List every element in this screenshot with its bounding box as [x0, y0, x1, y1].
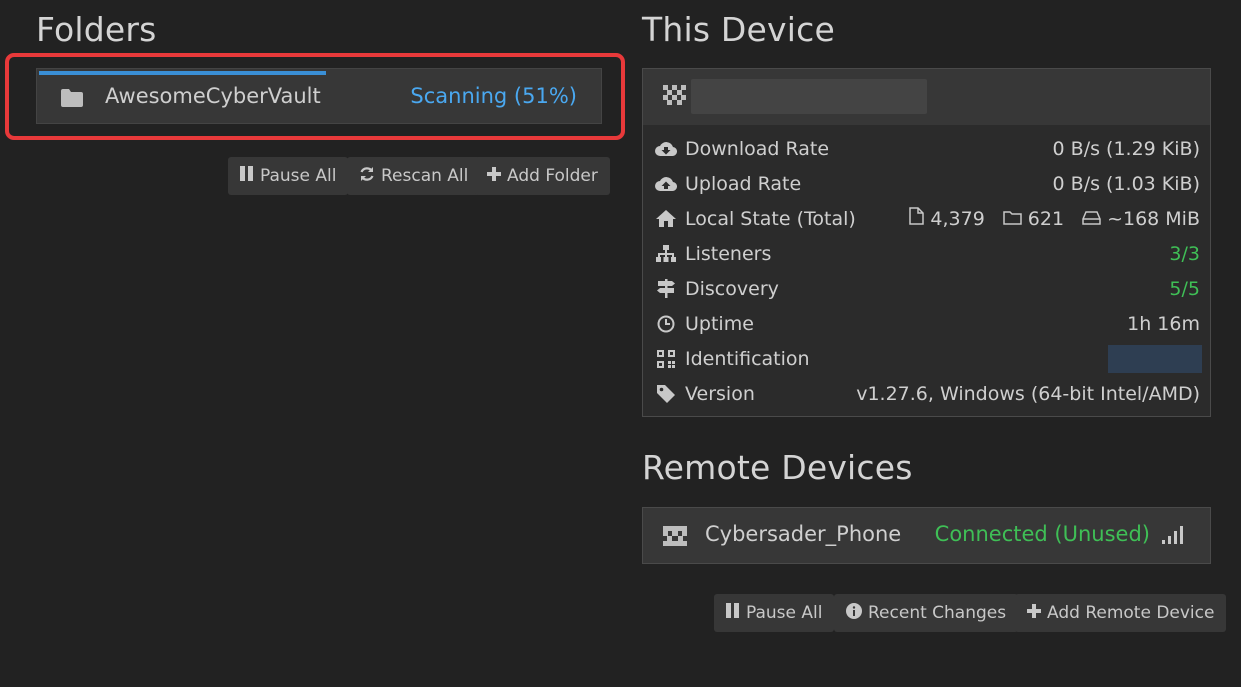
- local-state-label: Local State (Total): [685, 207, 856, 230]
- local-state-row: Local State (Total) 4,379 621 ~168 MiB: [651, 201, 1202, 236]
- discovery-row: Discovery 5/5: [651, 271, 1202, 306]
- download-rate-row: Download Rate 0 B/s (1.29 KiB): [651, 131, 1202, 166]
- signal-strength-icon: [1162, 526, 1184, 548]
- rescan-all-label: Rescan All: [381, 166, 469, 186]
- listeners-row: Listeners 3/3: [651, 236, 1202, 271]
- rescan-all-button[interactable]: Rescan All: [347, 157, 481, 195]
- identification-row: Identification: [651, 341, 1202, 376]
- uptime-label: Uptime: [685, 312, 754, 335]
- add-remote-device-button[interactable]: Add Remote Device: [1015, 594, 1227, 632]
- local-size-value: ~168 MiB: [1107, 207, 1200, 230]
- plus-icon: [1027, 603, 1041, 623]
- local-folders-count: 621: [1027, 207, 1065, 230]
- download-rate-label: Download Rate: [685, 137, 830, 160]
- device-header[interactable]: [643, 69, 1210, 125]
- discovery-label: Discovery: [685, 277, 779, 300]
- recent-changes-label: Recent Changes: [868, 603, 1007, 623]
- plus-icon: [487, 166, 501, 186]
- add-folder-button[interactable]: Add Folder: [475, 157, 610, 195]
- recent-changes-button[interactable]: Recent Changes: [834, 594, 1019, 632]
- remote-device-status: Connected (Unused): [934, 522, 1150, 546]
- device-id-redacted[interactable]: [1108, 345, 1202, 373]
- cloud-download-icon: [655, 139, 677, 159]
- pause-all-folders-button[interactable]: Pause All: [228, 157, 349, 195]
- local-files-count: 4,379: [930, 207, 985, 230]
- download-rate-value: 0 B/s (1.29 KiB): [1052, 137, 1200, 160]
- clock-icon: [655, 314, 677, 334]
- identification-label: Identification: [685, 347, 810, 370]
- discovery-value: 5/5: [1169, 277, 1200, 300]
- remote-device-name: Cybersader_Phone: [705, 522, 902, 546]
- folder-outline-icon: [1003, 208, 1022, 230]
- uptime-row: Uptime 1h 16m: [651, 306, 1202, 341]
- this-device-panel: Download Rate 0 B/s (1.29 KiB) Upload Ra…: [642, 68, 1211, 417]
- add-remote-device-label: Add Remote Device: [1047, 603, 1215, 623]
- refresh-icon: [359, 166, 375, 187]
- listeners-label: Listeners: [685, 242, 772, 265]
- identicon-icon: [663, 526, 687, 550]
- upload-rate-row: Upload Rate 0 B/s (1.03 KiB): [651, 166, 1202, 201]
- identicon-icon: [663, 85, 687, 111]
- version-label: Version: [685, 382, 755, 405]
- add-folder-label: Add Folder: [507, 166, 598, 186]
- pause-icon: [240, 166, 254, 186]
- signpost-icon: [655, 279, 677, 299]
- highlight-annotation: [5, 53, 625, 140]
- device-name-redacted: [691, 79, 927, 114]
- qrcode-icon: [655, 349, 677, 369]
- listeners-value: 3/3: [1169, 242, 1200, 265]
- folders-heading: Folders: [36, 10, 157, 49]
- remote-device-row[interactable]: Cybersader_Phone Connected (Unused): [642, 507, 1211, 564]
- this-device-heading: This Device: [642, 10, 835, 49]
- version-value: v1.27.6, Windows (64-bit Intel/AMD): [856, 382, 1200, 405]
- pause-all-devices-label: Pause All: [746, 603, 823, 623]
- info-icon: [846, 602, 862, 624]
- file-icon: [909, 207, 925, 230]
- tag-icon: [655, 384, 677, 404]
- pause-all-label: Pause All: [260, 166, 337, 186]
- pause-icon: [726, 603, 740, 623]
- pause-all-devices-button[interactable]: Pause All: [714, 594, 835, 632]
- hdd-icon: [1082, 208, 1101, 230]
- cloud-upload-icon: [655, 174, 677, 194]
- upload-rate-value: 0 B/s (1.03 KiB): [1052, 172, 1200, 195]
- remote-devices-heading: Remote Devices: [642, 448, 913, 487]
- local-state-value: 4,379 621 ~168 MiB: [909, 207, 1200, 230]
- version-row: Version v1.27.6, Windows (64-bit Intel/A…: [651, 376, 1202, 411]
- sitemap-icon: [655, 244, 677, 264]
- uptime-value: 1h 16m: [1127, 312, 1200, 335]
- upload-rate-label: Upload Rate: [685, 172, 802, 195]
- home-icon: [655, 209, 677, 229]
